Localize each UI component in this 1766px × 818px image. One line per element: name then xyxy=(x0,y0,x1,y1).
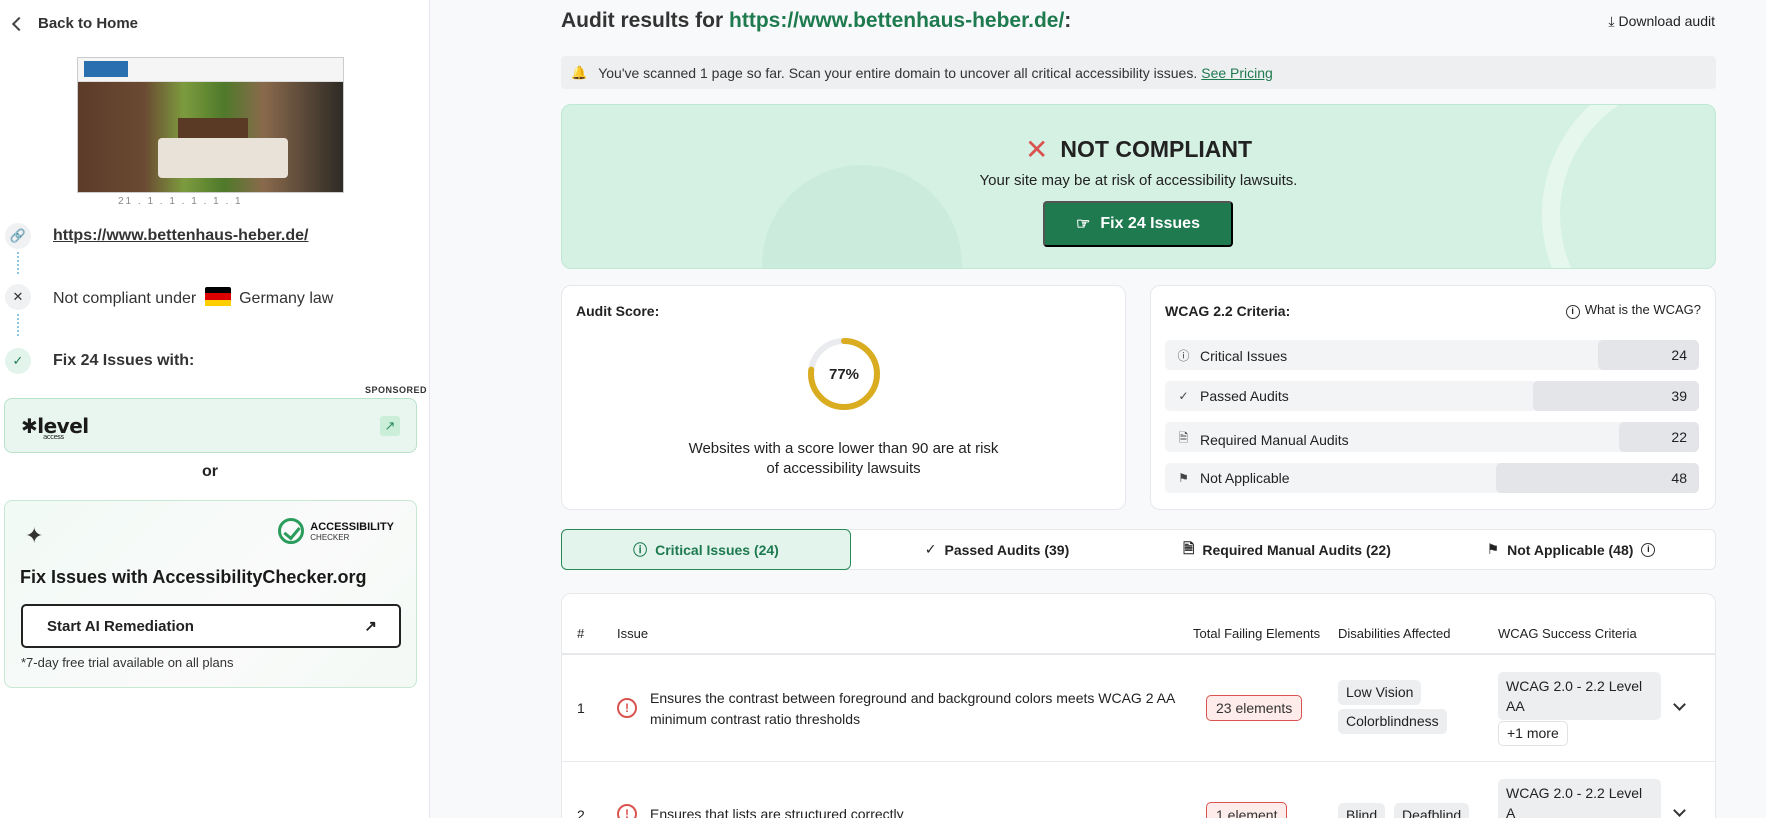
compliance-suffix: Germany law xyxy=(239,289,334,307)
issue-description: Ensures the contrast between foreground … xyxy=(650,690,1175,727)
wcag-criteria-card: WCAG 2.2 Criteria: i What is the WCAG? ⓘ C… xyxy=(1150,285,1716,510)
compliance-banner: ✕ NOT COMPLIANT Your site may be at risk … xyxy=(561,104,1716,269)
more-criteria-button[interactable]: +1 more xyxy=(1498,721,1568,746)
sparkle-icon: ✦ xyxy=(25,523,44,548)
col-header-disabilities: Disabilities Affected xyxy=(1338,626,1451,641)
thumbnail-caption: 21 . 1 . 1 . 1 . 1 . 1 xyxy=(118,196,243,207)
site-url-link[interactable]: https://www.bettenhaus-heber.de/ xyxy=(53,227,308,245)
failing-elements-badge: 1 element xyxy=(1206,802,1288,818)
wcag-row-passed: ✓ Passed Audits 39 xyxy=(1165,381,1699,411)
external-link-icon[interactable]: ↗ xyxy=(380,416,400,436)
col-header-failing-elements: Total Failing Elements xyxy=(1193,626,1321,641)
bell-icon: 🔔 xyxy=(571,64,588,80)
score-value: 77% xyxy=(828,365,860,383)
check-icon: ✓ xyxy=(924,541,937,557)
alert-circle-icon: ⓘ xyxy=(633,541,648,558)
alert-circle-icon: ⓘ xyxy=(1177,349,1190,363)
tab-not-applicable[interactable]: ⚑ Not Applicable (48) i xyxy=(1432,529,1715,570)
info-icon[interactable]: i xyxy=(1641,542,1656,557)
tab-passed-audits[interactable]: ✓ Passed Audits (39) xyxy=(852,529,1142,570)
accessibility-checker-card: ✦ ACCESSIBILITY CHECKER Fix Issues with … xyxy=(4,500,417,688)
chevron-left-icon xyxy=(11,16,27,31)
document-icon: 🗎 xyxy=(1178,431,1189,445)
info-icon: i xyxy=(1565,305,1580,319)
error-icon: ! xyxy=(617,804,637,818)
checkmark-logo-icon xyxy=(278,518,305,544)
fix-issues-label: Fix 24 Issues with: xyxy=(53,352,195,369)
wcag-row-not-applicable: ⚑ Not Applicable 48 xyxy=(1165,463,1699,493)
download-icon: ⤓ xyxy=(1608,13,1615,29)
wcag-criteria-tag: WCAG 2.0 - 2.2 Level A xyxy=(1498,779,1661,818)
audited-url: https://www.bettenhaus-heber.de/ xyxy=(729,9,1065,32)
sponsored-label: SPONSORED xyxy=(365,385,428,395)
audit-score-card: Audit Score: 77% Websites with a score l… xyxy=(561,285,1126,510)
page-title: Audit results for https://www.bettenhaus… xyxy=(561,9,1072,32)
wcag-row-critical: ⓘ Critical Issues 24 xyxy=(1165,340,1699,370)
see-pricing-link[interactable]: See Pricing xyxy=(1201,65,1273,81)
check-icon: ✓ xyxy=(1178,389,1189,403)
scan-notice: 🔔 You've scanned 1 page so far. Scan you… xyxy=(561,56,1716,89)
results-tabs: ⓘ Critical Issues (24) ✓ Passed Audits (39… xyxy=(561,529,1716,570)
wcag-criteria-tag: WCAG 2.0 - 2.2 Level AA xyxy=(1498,672,1661,720)
link-icon: 🔗 xyxy=(5,223,31,249)
accessibility-checker-logo: ACCESSIBILITY CHECKER xyxy=(278,518,394,544)
flag-icon: ⚑ xyxy=(1486,541,1500,557)
notice-text: You've scanned 1 page so far. Scan your … xyxy=(598,64,1198,81)
wcag-row-bar xyxy=(1496,463,1699,493)
level-access-card[interactable]: ✱level access ↗ xyxy=(4,398,417,453)
hand-pointer-icon: ☞ xyxy=(1076,216,1091,233)
disability-tag: Colorblindness xyxy=(1338,709,1447,734)
failing-elements-badge: 23 elements xyxy=(1206,695,1303,721)
step-url: 🔗 https://www.bettenhaus-heber.de/ xyxy=(5,223,308,249)
back-label: Back to Home xyxy=(38,15,139,32)
disability-tag: Blind xyxy=(1338,803,1386,818)
step-compliance: ✕ Not compliant under Germany law xyxy=(5,284,333,310)
start-ai-remediation-button[interactable]: Start AI Remediation ↗ xyxy=(21,604,401,648)
disability-tag: Low Vision xyxy=(1338,680,1422,705)
step-fix: ✓ Fix 24 Issues with: xyxy=(5,348,194,374)
germany-flag-icon xyxy=(204,286,231,307)
issue-description: Ensures that lists are structured correc… xyxy=(650,806,904,818)
what-is-wcag-link[interactable]: i What is the WCAG? xyxy=(1565,302,1701,319)
site-screenshot-thumbnail xyxy=(77,57,344,193)
wcag-heading: WCAG 2.2 Criteria: xyxy=(1165,303,1291,319)
level-access-logo: ✱level access xyxy=(21,414,89,441)
ac-card-title: Fix Issues with AccessibilityChecker.org xyxy=(20,567,367,587)
close-icon: ✕ xyxy=(5,284,31,310)
tab-critical-issues[interactable]: ⓘ Critical Issues (24) xyxy=(561,529,851,570)
document-icon: 🗎 xyxy=(1183,539,1195,556)
compliance-subtitle: Your site may be at risk of accessibilit… xyxy=(979,172,1298,189)
error-icon: ! xyxy=(617,698,637,718)
score-description: Websites with a score lower than 90 are … xyxy=(688,440,999,477)
audit-score-heading: Audit Score: xyxy=(576,303,660,319)
arrow-up-right-icon: ↗ xyxy=(364,618,377,635)
step-connector xyxy=(17,252,19,274)
sidebar: Back to Home 21 . 1 . 1 . 1 . 1 . 1 🔗 ht… xyxy=(0,0,430,818)
fix-issues-button[interactable]: ☞ Fix 24 Issues xyxy=(1043,201,1233,247)
back-to-home-link[interactable]: Back to Home xyxy=(11,15,139,32)
wcag-row-manual: 🗎 Required Manual Audits 22 xyxy=(1165,422,1699,452)
trial-note: *7-day free trial available on all plans xyxy=(21,655,234,670)
disability-tag: Deafblind xyxy=(1394,803,1470,818)
col-header-wcag-criteria: WCAG Success Criteria xyxy=(1498,626,1637,641)
chevron-down-icon[interactable] xyxy=(1673,804,1686,817)
issues-table: # Issue Total Failing Elements Disabilit… xyxy=(561,593,1716,818)
close-icon: ✕ xyxy=(1024,134,1049,165)
check-icon: ✓ xyxy=(5,348,31,374)
col-header-issue: Issue xyxy=(617,626,649,641)
col-header-number: # xyxy=(577,626,585,641)
download-audit-button[interactable]: ⤓ Download audit xyxy=(1608,13,1715,30)
compliance-status: ✕ NOT COMPLIANT xyxy=(1024,134,1253,165)
flag-icon: ⚑ xyxy=(1178,471,1189,485)
tab-required-manual-audits[interactable]: 🗎 Required Manual Audits (22) xyxy=(1142,529,1432,570)
step-connector xyxy=(17,314,19,336)
chevron-down-icon[interactable] xyxy=(1673,698,1686,711)
compliance-prefix: Not compliant under xyxy=(53,289,197,307)
or-divider: or xyxy=(202,463,218,480)
